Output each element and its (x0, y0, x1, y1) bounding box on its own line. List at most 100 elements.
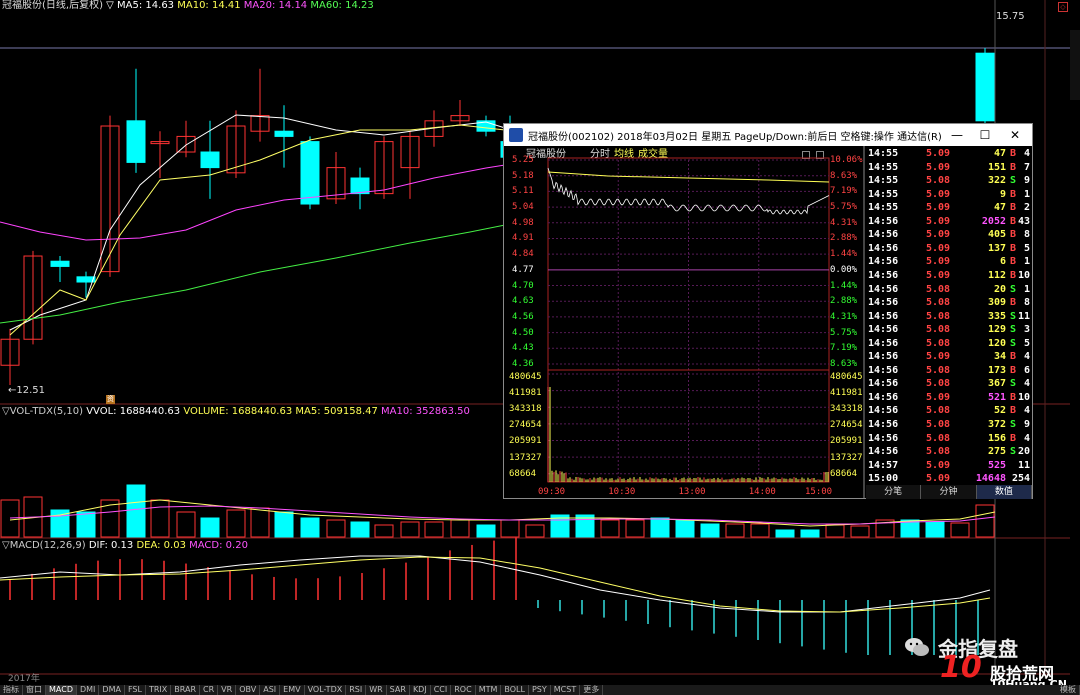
trade-count: 8 (1024, 228, 1030, 242)
indicator-toolbar[interactable]: 指标 窗口 MACD DMI DMA FSL TRIX BRAR CR VR OBV ASI EMV VO… (0, 685, 1080, 695)
indicator-tab[interactable]: DMA (99, 685, 125, 695)
trade-volume: 2052 (982, 215, 1006, 229)
wechat-icon (904, 636, 930, 658)
volume-bar (951, 523, 969, 537)
template-button[interactable]: 模板 (1057, 685, 1080, 695)
trade-price: 5.08 (926, 323, 950, 337)
axis-tick: 5.75% (830, 202, 857, 212)
indicator-tab[interactable]: EMV (280, 685, 304, 695)
panel-tab[interactable]: 分钟 (921, 485, 976, 499)
trade-volume: 367 (988, 377, 1006, 391)
indicator-tab[interactable]: BOLL (501, 685, 529, 695)
legend-item: MA60: 14.23 (310, 0, 373, 11)
time-tick: 13:00 (679, 487, 706, 497)
trade-row: 14:56 5.08 309 B 8 (866, 296, 1032, 310)
trade-side: B (1010, 161, 1016, 175)
indicator-tab[interactable]: 更多 (580, 685, 603, 695)
indicator-tab[interactable]: VOL-TDX (305, 685, 347, 695)
axis-tick: 2.88% (830, 296, 857, 306)
indicator-tab[interactable]: CCI (431, 685, 452, 695)
indicator-tab[interactable]: FSL (125, 685, 146, 695)
trade-volume: 112 (988, 269, 1006, 283)
trade-volume: 309 (988, 296, 1006, 310)
trade-time: 14:56 (868, 418, 898, 432)
trade-time: 14:56 (868, 445, 898, 459)
trade-volume: 372 (988, 418, 1006, 432)
candle-body (275, 131, 293, 136)
volume-bar (351, 522, 369, 537)
indicator-tab[interactable]: RSI (346, 685, 366, 695)
trade-side: S (1010, 174, 1016, 188)
trade-time: 14:56 (868, 337, 898, 351)
collapse-icon[interactable]: ◇ (1058, 2, 1068, 12)
trade-price: 5.09 (926, 188, 950, 202)
chart-title: 冠福股份(日线,后复权) (2, 0, 103, 11)
trade-volume: 335 (988, 310, 1006, 324)
dif-line (0, 556, 990, 612)
intraday-window[interactable]: 冠福股份(002102) 2018年03月02日 星期五 PageUp/Down… (503, 123, 1033, 499)
axis-tick: 274654 (509, 420, 542, 430)
volume-bar (776, 530, 794, 537)
trade-time: 14:56 (868, 269, 898, 283)
trade-row: 14:55 5.09 151 B 7 (866, 161, 1032, 175)
legend-item: ▽MACD(12,26,9) (2, 540, 89, 551)
volume-bar (851, 526, 869, 537)
trade-time: 14:56 (868, 404, 898, 418)
indicator-tab[interactable]: DMI (77, 685, 99, 695)
indicator-tab[interactable]: PSY (529, 685, 551, 695)
trade-row: 14:56 5.08 275 S 20 (866, 445, 1032, 459)
legend-item: DEA: 0.03 (136, 540, 189, 551)
indicator-tab[interactable]: VR (218, 685, 236, 695)
indicator-tab[interactable]: ROC (451, 685, 475, 695)
axis-tick: 68664 (830, 469, 857, 479)
trade-count: 5 (1024, 242, 1030, 256)
trade-row: 14:56 5.09 6 B 1 (866, 255, 1032, 269)
indicator-tab[interactable]: ASI (260, 685, 280, 695)
trade-price: 5.08 (926, 310, 950, 324)
trade-count: 20 (1018, 445, 1030, 459)
indicator-tab[interactable]: SAR (387, 685, 410, 695)
panel-tab[interactable]: 数值 (977, 485, 1032, 499)
indicator-tab[interactable]: MCST (551, 685, 580, 695)
trade-count: 1 (1024, 255, 1030, 269)
volume-bar (477, 525, 495, 537)
indicator-tab[interactable]: 窗口 (23, 685, 46, 695)
trade-volume: 275 (988, 445, 1006, 459)
volume-bar (401, 522, 419, 537)
indicator-tab[interactable]: MACD (46, 685, 77, 695)
panel-tabs[interactable]: 分笔 分钟 数值 (866, 485, 1032, 499)
indicator-tab[interactable]: TRIX (146, 685, 171, 695)
panel-tab[interactable]: 分笔 (866, 485, 921, 499)
trade-side: S (1010, 445, 1016, 459)
year-label: 2017年 (8, 673, 40, 685)
trade-count: 2 (1024, 201, 1030, 215)
trade-side: B (1010, 242, 1016, 256)
trade-time: 14:56 (868, 228, 898, 242)
trade-volume: 521 (988, 391, 1006, 405)
indicator-tab[interactable]: MTM (476, 685, 502, 695)
trade-count: 4 (1024, 350, 1030, 364)
volume-bar (101, 500, 119, 537)
trade-price: 5.08 (926, 432, 950, 446)
axis-tick: 343318 (509, 404, 542, 414)
indicator-tab[interactable]: 指标 (0, 685, 23, 695)
trade-time: 14:56 (868, 350, 898, 364)
trade-side: B (1010, 350, 1016, 364)
indicator-tab[interactable]: OBV (236, 685, 260, 695)
axis-tick: 411981 (509, 388, 542, 398)
indicator-tab[interactable]: CR (200, 685, 218, 695)
trade-side: B (1010, 404, 1016, 418)
trade-row: 14:56 5.08 367 S 4 (866, 377, 1032, 391)
event-marker-icon[interactable]: 资 (106, 395, 115, 404)
indicator-tab[interactable]: KDJ (410, 685, 431, 695)
trade-count: 4 (1024, 404, 1030, 418)
trade-time: 14:55 (868, 161, 898, 175)
trade-side: B (1010, 432, 1016, 446)
trade-volume: 14648 (976, 472, 1006, 486)
trade-count: 254 (1012, 472, 1030, 486)
indicator-tab[interactable]: BRAR (171, 685, 200, 695)
right-panel-edge (1070, 30, 1080, 100)
legend-item: VOLUME: 1688440.63 (183, 406, 295, 417)
volume-bar (451, 520, 469, 537)
indicator-tab[interactable]: WR (366, 685, 386, 695)
